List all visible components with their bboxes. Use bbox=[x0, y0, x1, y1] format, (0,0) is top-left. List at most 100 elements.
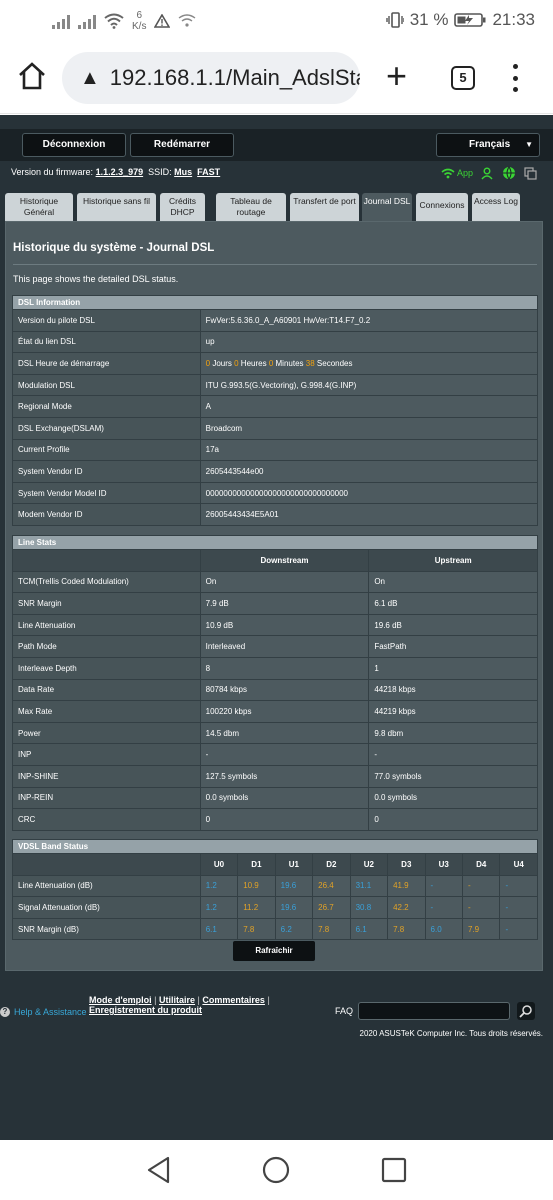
table-row: Interleave Depth 8 1 bbox=[12, 656, 538, 680]
band-value: - bbox=[499, 896, 538, 919]
search-icon bbox=[519, 1005, 532, 1018]
band-value: 26.4 bbox=[312, 874, 351, 898]
table-row: System Vendor ID 2605443544e00 bbox=[12, 460, 539, 483]
upstream-value: 19.6 dB bbox=[368, 613, 538, 637]
upstream-value: - bbox=[368, 743, 538, 766]
tab-credits-dhcp[interactable]: Crédits DHCP bbox=[160, 193, 205, 223]
content-panel: Historique du système - Journal DSL This… bbox=[5, 221, 543, 971]
band-header: D2 bbox=[312, 853, 351, 876]
address-bar[interactable]: ▲ 192.168.1.1/Main_AdslStatus_Content.as… bbox=[62, 52, 360, 104]
uptime-minutes: 0 bbox=[268, 358, 274, 368]
home-icon[interactable] bbox=[16, 60, 48, 92]
table-row: DSL Heure de démarrage 0 Jours 0 Heures … bbox=[12, 352, 539, 375]
utility-link[interactable]: Utilitaire bbox=[159, 995, 195, 1005]
upstream-value: On bbox=[368, 570, 538, 594]
table-row: État du lien DSL up bbox=[12, 330, 539, 354]
help-link[interactable]: ? Help & Assistance bbox=[0, 1007, 87, 1017]
row-value: 26005443434E5A01 bbox=[199, 503, 539, 526]
section-title: VDSL Band Status bbox=[12, 839, 538, 854]
usb-devices-icon[interactable] bbox=[524, 166, 537, 180]
band-value: 31.1 bbox=[349, 874, 389, 898]
row-label: Power bbox=[12, 721, 201, 745]
refresh-button[interactable]: Rafraîchir bbox=[232, 940, 316, 962]
section-title: Line Stats bbox=[12, 535, 538, 550]
router-page: Déconnexion Redémarrer Français ▼ Versio… bbox=[0, 115, 553, 1140]
row-label: INP-REIN bbox=[12, 786, 201, 810]
band-value: - bbox=[499, 874, 538, 898]
firmware-label: Version du firmware: bbox=[11, 167, 94, 177]
signal-icon-2 bbox=[78, 13, 96, 29]
app-status[interactable]: App bbox=[441, 168, 473, 179]
tab-transfert-de-port[interactable]: Transfert de port bbox=[290, 193, 359, 223]
row-label: INP bbox=[12, 743, 201, 766]
new-tab-button[interactable]: + bbox=[386, 58, 407, 94]
upstream-value: 0 bbox=[368, 808, 538, 831]
band-header: U2 bbox=[349, 853, 389, 876]
row-value: 00000000000000000000000000000000 bbox=[199, 481, 539, 505]
row-label: DSL Exchange(DSLAM) bbox=[12, 416, 201, 440]
empty-header bbox=[12, 549, 201, 572]
chevron-down-icon: ▼ bbox=[525, 140, 533, 149]
manual-link[interactable]: Mode d'emploi bbox=[89, 995, 152, 1005]
help-label: Help & Assistance bbox=[14, 1007, 87, 1017]
table-row: Max Rate 100220 kbps 44219 kbps bbox=[12, 700, 538, 723]
recents-icon[interactable] bbox=[381, 1157, 407, 1183]
table-row: Data Rate 80784 kbps 44218 kbps bbox=[12, 678, 538, 702]
band-value: 7.8 bbox=[237, 917, 276, 941]
internet-globe-icon[interactable] bbox=[502, 166, 516, 180]
url-text[interactable]: 192.168.1.1/Main_AdslStatus_Content.asp bbox=[110, 65, 360, 91]
page-title: Historique du système - Journal DSL bbox=[13, 242, 215, 254]
band-value: 11.2 bbox=[237, 896, 276, 919]
faq-search-button[interactable] bbox=[517, 1002, 535, 1020]
ssid-link-1[interactable]: Mus bbox=[174, 167, 192, 177]
band-value: 30.8 bbox=[349, 896, 389, 919]
downstream-value: 100220 kbps bbox=[199, 700, 370, 723]
downstream-value: 8 bbox=[199, 656, 370, 680]
row-label: CRC bbox=[12, 808, 201, 831]
register-link[interactable]: Enregistrement du produit bbox=[89, 1005, 202, 1015]
band-value: 19.6 bbox=[274, 896, 314, 919]
home-nav-icon[interactable] bbox=[262, 1156, 290, 1184]
tab-journal-dsl[interactable]: Journal DSL bbox=[362, 193, 412, 223]
band-value: 41.9 bbox=[387, 874, 426, 898]
signal-icon bbox=[52, 13, 70, 29]
user-icon[interactable] bbox=[481, 167, 494, 180]
status-icons: App bbox=[441, 166, 537, 180]
battery-percent: 31 % bbox=[409, 10, 449, 29]
table-row: INP-SHINE 127.5 symbols 77.0 symbols bbox=[12, 764, 538, 788]
band-value: 7.8 bbox=[312, 917, 351, 941]
table-row: Line Attenuation 10.9 dB 19.6 dB bbox=[12, 613, 538, 637]
not-secure-warning-icon[interactable]: ▲ bbox=[80, 67, 100, 90]
firmware-version-link[interactable]: 1.1.2.3_979 bbox=[96, 167, 144, 177]
table-row: System Vendor Model ID 000000000000000000… bbox=[12, 481, 539, 505]
tab-tableau-de-routage[interactable]: Tableau de routage bbox=[216, 193, 286, 223]
battery-icon bbox=[454, 13, 486, 27]
row-label: INP-SHINE bbox=[12, 764, 201, 788]
row-value: A bbox=[199, 395, 539, 418]
reboot-button[interactable]: Redémarrer bbox=[130, 133, 234, 157]
tab-connexions[interactable]: Connexions bbox=[416, 193, 468, 223]
tab-access-log[interactable]: Access Log bbox=[472, 193, 520, 223]
band-status-table: VDSL Band Status U0 D1 U1 D2 U2 D3 U3 D4… bbox=[12, 839, 538, 941]
language-select[interactable]: Français ▼ bbox=[436, 133, 540, 157]
tab-historique-sans-fil[interactable]: Historique sans fil bbox=[77, 193, 156, 223]
row-label: Line Attenuation bbox=[12, 613, 201, 637]
wifi-hotspot-icon bbox=[179, 14, 196, 27]
upstream-value: FastPath bbox=[368, 635, 538, 658]
back-icon[interactable] bbox=[146, 1156, 172, 1184]
comments-link[interactable]: Commentaires bbox=[202, 995, 265, 1005]
row-label: Data Rate bbox=[12, 678, 201, 702]
app-label: App bbox=[456, 168, 473, 178]
downstream-value: - bbox=[199, 743, 370, 766]
overflow-menu-icon[interactable] bbox=[508, 64, 522, 92]
table-row: SNR Margin 7.9 dB 6.1 dB bbox=[12, 592, 538, 615]
faq-search-input[interactable] bbox=[358, 1002, 510, 1020]
table-row: Path Mode Interleaved FastPath bbox=[12, 635, 538, 658]
table-row: Regional Mode A bbox=[12, 395, 539, 418]
logout-button[interactable]: Déconnexion bbox=[22, 133, 126, 157]
row-label: Signal Attenuation (dB) bbox=[12, 896, 201, 919]
tab-switcher-button[interactable]: 5 bbox=[451, 66, 475, 90]
row-label: Interleave Depth bbox=[12, 656, 201, 680]
ssid-link-2[interactable]: FAST bbox=[197, 167, 220, 177]
tab-historique-general[interactable]: Historique Général bbox=[5, 193, 73, 223]
